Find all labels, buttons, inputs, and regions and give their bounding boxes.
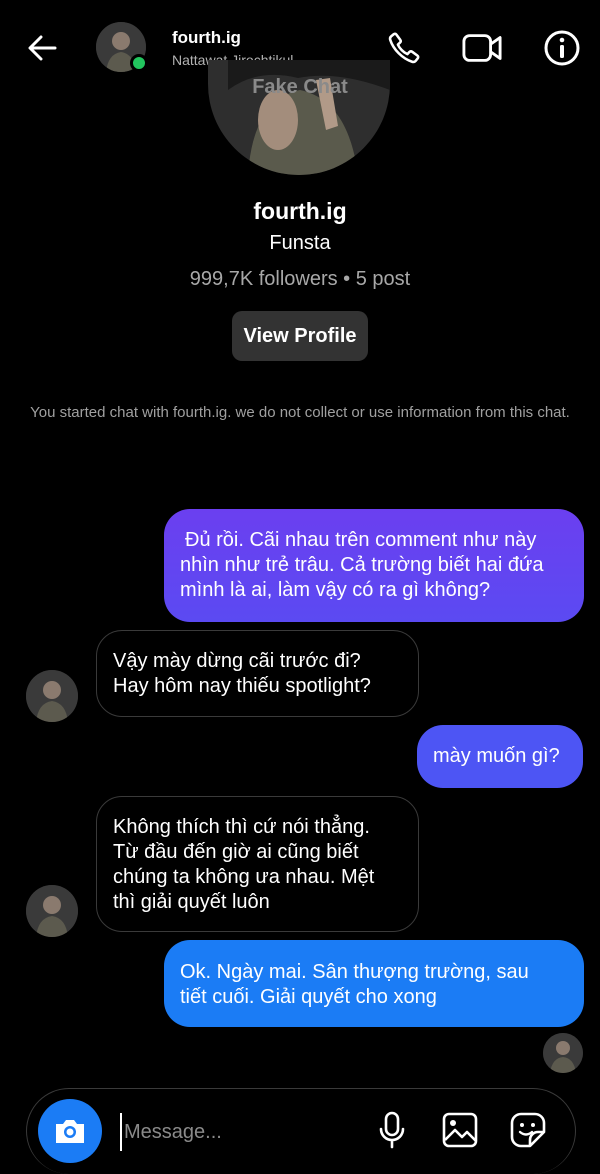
back-arrow-icon[interactable] <box>22 28 62 68</box>
profile-tagline: Funsta <box>269 232 331 254</box>
phone-icon[interactable] <box>384 28 424 68</box>
camera-icon[interactable] <box>38 1099 102 1163</box>
sender-avatar[interactable] <box>26 885 78 937</box>
message-line: Không thích thì cứ nói thẳng. <box>113 816 370 838</box>
message-line: mình là ai, làm vậy có ra gì không? <box>180 579 491 601</box>
message-line: mày muốn gì? <box>433 745 560 767</box>
microphone-icon[interactable] <box>372 1110 412 1150</box>
message-line: Vậy mày dừng cãi trước đi? <box>113 650 361 672</box>
message-bubble-incoming[interactable]: Không thích thì cứ nói thẳng. Từ đầu đến… <box>96 796 419 932</box>
message-line: Hay hôm nay thiếu spotlight? <box>113 675 371 697</box>
message-input[interactable] <box>120 1113 360 1151</box>
online-status-dot <box>130 54 148 72</box>
profile-username: fourth.ig <box>253 198 347 224</box>
message-bubble-outgoing[interactable]: Ok. Ngày mai. Sân thượng trường, sau tiế… <box>164 940 584 1027</box>
message-bubble-incoming[interactable]: Vậy mày dừng cãi trước đi? Hay hôm nay t… <box>96 630 419 717</box>
message-line: nhìn như trẻ trâu. Cả trường biết hai đứ… <box>180 554 544 576</box>
message-bubble-outgoing[interactable]: mày muốn gì? <box>417 725 583 788</box>
view-profile-button[interactable]: View Profile <box>232 311 368 361</box>
fake-chat-watermark: Fake Chat <box>252 76 348 98</box>
message-line: chúng ta không ưa nhau. Mệt <box>113 866 375 888</box>
profile-stats: 999,7K followers • 5 post <box>189 268 411 290</box>
message-line: Đủ rồi. Cãi nhau trên comment như này <box>185 529 537 551</box>
message-bubble-outgoing[interactable]: Đủ rồi. Cãi nhau trên comment như này nh… <box>164 509 584 622</box>
sticker-icon[interactable] <box>508 1110 548 1150</box>
gallery-icon[interactable] <box>440 1110 480 1150</box>
message-line: tiết cuối. Giải quyết cho xong <box>180 986 437 1008</box>
video-icon[interactable] <box>462 28 502 68</box>
header-username[interactable]: fourth.ig <box>172 28 241 48</box>
chat-notice: You started chat with fourth.ig. we do n… <box>30 404 570 421</box>
message-line: Ok. Ngày mai. Sân thượng trường, sau <box>180 961 529 983</box>
seen-avatar <box>543 1033 583 1073</box>
sender-avatar[interactable] <box>26 670 78 722</box>
message-line: Từ đầu đến giờ ai cũng biết <box>113 841 359 863</box>
info-icon[interactable] <box>542 28 582 68</box>
message-line: thì giải quyết luôn <box>113 891 270 913</box>
header-avatar[interactable] <box>96 22 148 74</box>
